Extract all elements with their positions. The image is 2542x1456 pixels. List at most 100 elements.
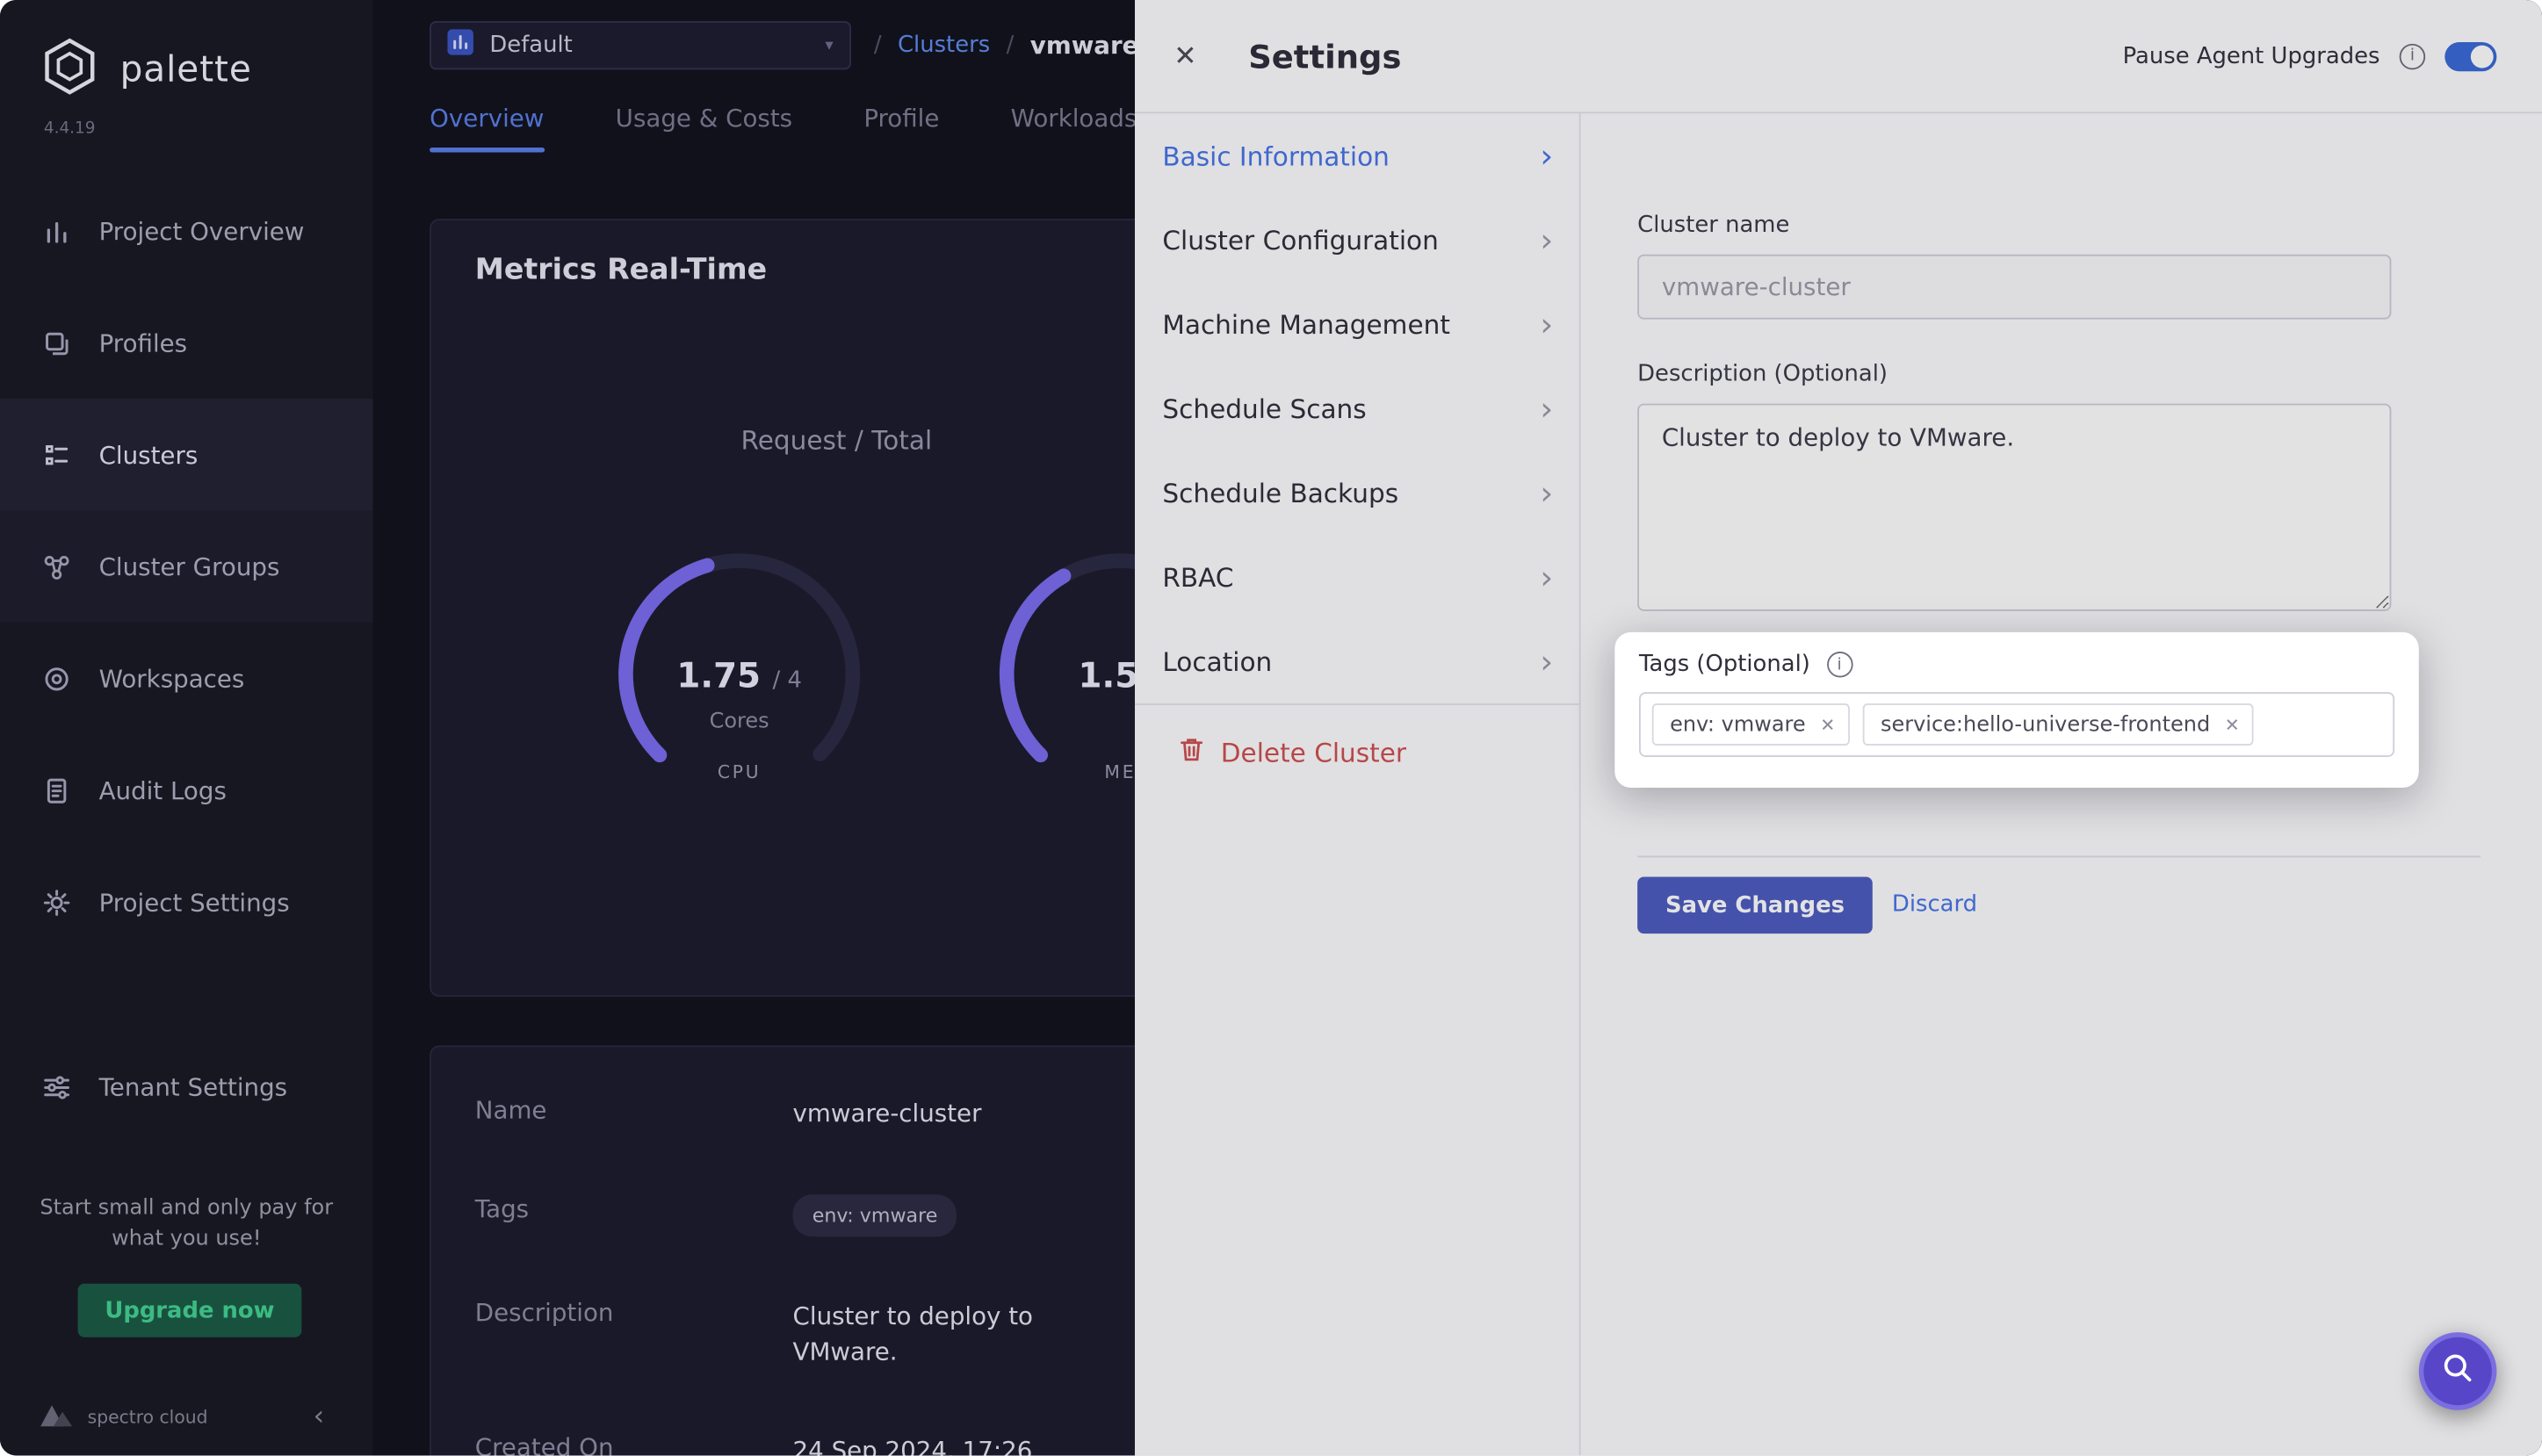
tags-label-row: Tags (Optional) i [1639, 652, 2394, 678]
info-icon[interactable]: i [1826, 652, 1852, 678]
sidebar-item-label: Clusters [99, 440, 199, 469]
tag-chip: env: vmware ✕ [1652, 703, 1850, 746]
sidebar: palette 4.4.19 Project Overview Profiles [0, 0, 373, 1455]
tags-input[interactable]: env: vmware ✕ service:hello-universe-fro… [1639, 692, 2394, 757]
pause-agent-upgrades-label: Pause Agent Upgrades [2123, 43, 2380, 69]
settings-nav-schedule-backups[interactable]: Schedule Backups › [1135, 450, 1579, 535]
settings-nav-basic-information[interactable]: Basic Information › [1135, 113, 1579, 198]
nav-item-label: Machine Management [1162, 309, 1450, 340]
magnifier-icon [2440, 1350, 2476, 1392]
sidebar-collapse-icon[interactable]: ‹ [314, 1401, 325, 1433]
tab-usage-costs[interactable]: Usage & Costs [616, 104, 792, 152]
nodes-icon [42, 551, 75, 580]
clusters-icon [42, 440, 75, 469]
sidebar-item-clusters[interactable]: Clusters [0, 399, 373, 510]
save-changes-button[interactable]: Save Changes [1637, 877, 1873, 934]
settings-nav-cluster-configuration[interactable]: Cluster Configuration › [1135, 198, 1579, 282]
sidebar-footer: spectro cloud [39, 1402, 207, 1433]
breadcrumb-clusters-link[interactable]: Clusters [898, 32, 990, 59]
sidebar-item-profiles[interactable]: Profiles [0, 287, 373, 399]
chevron-right-icon: › [1540, 308, 1553, 341]
delete-cluster-label: Delete Cluster [1221, 737, 1406, 768]
tab-profile[interactable]: Profile [863, 104, 939, 152]
tab-overview[interactable]: Overview [430, 104, 544, 152]
sidebar-item-label: Cluster Groups [99, 551, 280, 580]
layers-icon [42, 328, 75, 357]
pause-agent-upgrades-toggle[interactable] [2445, 41, 2496, 70]
settings-nav-machine-management[interactable]: Machine Management › [1135, 282, 1579, 366]
cpu-gauge-total: / 4 [773, 667, 802, 694]
sliders-icon [42, 1072, 75, 1101]
caret-down-icon: ▾ [825, 37, 833, 54]
sidebar-item-label: Workspaces [99, 664, 245, 693]
settings-title: Settings [1248, 37, 1401, 76]
settings-nav-rbac[interactable]: RBAC › [1135, 535, 1579, 619]
detail-value: vmware-cluster [793, 1096, 1093, 1133]
delete-cluster-button[interactable]: Delete Cluster [1135, 705, 1579, 799]
tag-chip-text: env: vmware [1670, 712, 1806, 737]
app-window: palette 4.4.19 Project Overview Profiles [0, 0, 2542, 1455]
palette-logo-icon [39, 36, 100, 105]
sidebar-item-label: Project Overview [99, 216, 305, 245]
close-icon[interactable]: ✕ [1174, 40, 1222, 72]
tag-chip-readonly: env: vmware [793, 1193, 957, 1236]
toggle-knob [2471, 45, 2494, 68]
sidebar-item-audit-logs[interactable]: Audit Logs [0, 734, 373, 846]
cluster-name-input[interactable] [1637, 255, 2391, 320]
cpu-gauge-value-row: 1.75 / 4 [602, 657, 877, 696]
tag-remove-icon[interactable]: ✕ [2225, 714, 2240, 735]
detail-value: env: vmware [793, 1193, 1093, 1236]
info-icon[interactable]: i [2400, 43, 2426, 69]
settings-nav-schedule-scans[interactable]: Schedule Scans › [1135, 366, 1579, 450]
metrics-title: Metrics Real-Time [475, 253, 767, 287]
settings-nav: Basic Information › Cluster Configuratio… [1135, 113, 1581, 1455]
form-divider [1637, 856, 2481, 858]
sidebar-item-project-settings[interactable]: Project Settings [0, 846, 373, 957]
chevron-right-icon: › [1540, 477, 1553, 509]
nav-item-label: Schedule Scans [1162, 393, 1366, 424]
nav-item-label: Schedule Backups [1162, 478, 1398, 508]
detail-label: Tags [475, 1193, 793, 1236]
project-selector-value: Default [489, 32, 572, 59]
cpu-gauge-value: 1.75 [676, 657, 761, 696]
tags-label: Tags (Optional) [1639, 652, 1810, 678]
sidebar-item-project-overview[interactable]: Project Overview [0, 175, 373, 286]
gear-icon [42, 888, 75, 917]
footer-brand-text: spectro cloud [88, 1407, 208, 1428]
detail-label: Name [475, 1096, 793, 1133]
cluster-name-label: Cluster name [1637, 213, 1789, 239]
chevron-right-icon: › [1540, 393, 1553, 425]
cpu-gauge: 1.75 / 4 Cores CPU [602, 537, 877, 812]
project-selector[interactable]: Default ▾ [430, 21, 851, 69]
sidebar-item-tenant-settings[interactable]: Tenant Settings [0, 1031, 373, 1142]
settings-header: ✕ Settings Pause Agent Upgrades i [1135, 0, 2542, 113]
nav-item-label: Basic Information [1162, 141, 1390, 171]
workspaces-icon [42, 664, 75, 693]
nav-item-label: RBAC [1162, 562, 1233, 593]
basic-information-form: Cluster name Description (Optional) Clus… [1637, 113, 2496, 1085]
upgrade-now-button[interactable]: Upgrade now [78, 1284, 302, 1337]
chart-icon [42, 216, 75, 245]
tags-spotlight: Tags (Optional) i env: vmware ✕ service:… [1614, 632, 2418, 788]
pause-agent-upgrades-control: Pause Agent Upgrades i [2123, 41, 2497, 70]
sidebar-item-workspaces[interactable]: Workspaces [0, 623, 373, 734]
sidebar-item-cluster-groups[interactable]: Cluster Groups [0, 510, 373, 622]
upgrade-promo-text: Start small and only pay for what you us… [25, 1194, 349, 1256]
document-icon [42, 775, 75, 804]
sidebar-menu: Project Overview Profiles Clusters Clust… [0, 175, 373, 1142]
sidebar-item-label: Tenant Settings [99, 1072, 288, 1101]
cpu-gauge-unit: Cores [602, 710, 877, 734]
tag-remove-icon[interactable]: ✕ [1820, 714, 1835, 735]
discard-link[interactable]: Discard [1892, 891, 1977, 918]
detail-value: Cluster to deploy to VMware. [793, 1297, 1093, 1370]
chevron-right-icon: › [1540, 561, 1553, 594]
sidebar-item-label: Profiles [99, 328, 188, 357]
settings-nav-location[interactable]: Location › [1135, 619, 1579, 703]
trash-icon [1179, 735, 1205, 769]
breadcrumb-separator: / [1007, 32, 1015, 59]
description-textarea[interactable]: Cluster to deploy to VMware. [1637, 404, 2391, 611]
tab-workloads[interactable]: Workloads [1011, 104, 1137, 152]
project-scope-icon [447, 29, 473, 61]
chevron-right-icon: › [1540, 224, 1553, 256]
help-search-fab[interactable] [2419, 1332, 2497, 1410]
